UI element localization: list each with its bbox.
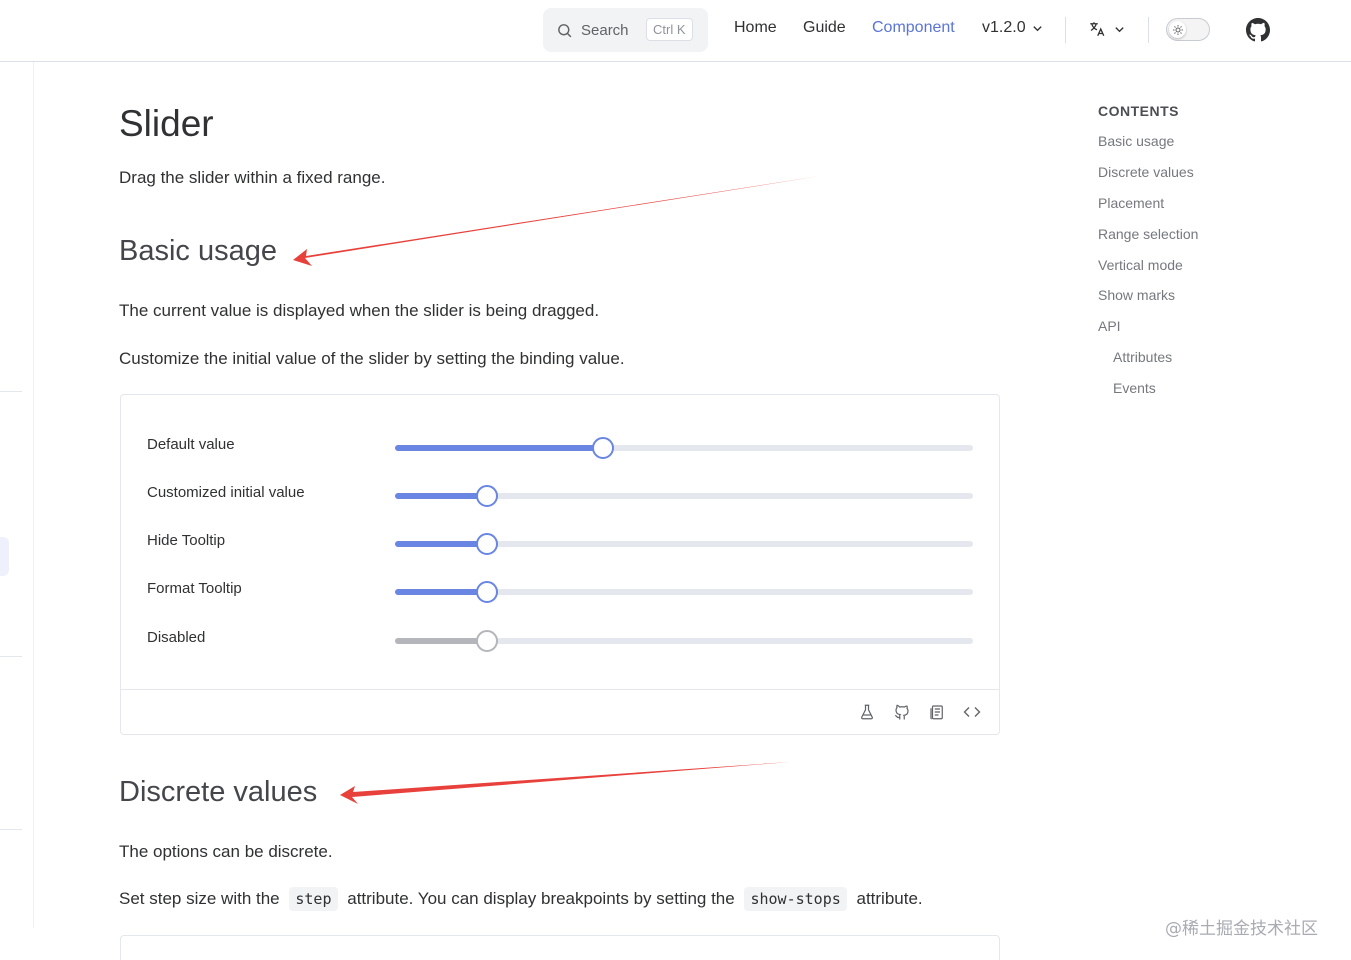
toc-item-placement[interactable]: Placement — [1098, 195, 1164, 211]
discrete-desc-2-part-c: attribute. — [856, 889, 923, 908]
version-label: v1.2.0 — [982, 19, 1026, 36]
sidebar — [0, 62, 34, 928]
slider-fill — [395, 493, 488, 499]
nav-link-component[interactable]: Component — [872, 19, 955, 37]
language-dropdown[interactable] — [1088, 20, 1125, 38]
discrete-desc-2: Set step size with the step attribute. Y… — [119, 887, 923, 911]
toc-item-vertical-mode[interactable]: Vertical mode — [1098, 257, 1183, 273]
toc-item-range-selection[interactable]: Range selection — [1098, 226, 1198, 242]
slider-thumb — [476, 630, 499, 652]
slider-fill — [395, 445, 604, 451]
toc-item-api[interactable]: API — [1098, 318, 1121, 334]
slider-fill — [395, 541, 488, 547]
slider-row: Default value — [147, 431, 973, 461]
nav-link-guide[interactable]: Guide — [803, 19, 846, 37]
code-icon[interactable] — [963, 703, 981, 721]
annotation-arrow-basic-usage — [293, 176, 820, 266]
slider-label: Default value — [147, 436, 235, 453]
sidebar-divider — [0, 656, 22, 657]
code-step: step — [289, 887, 338, 911]
slider-fill — [395, 589, 488, 595]
discrete-desc-1: The options can be discrete. — [119, 842, 333, 861]
sidebar-active-item[interactable] — [0, 537, 9, 576]
slider-thumb[interactable] — [592, 437, 615, 459]
nav-link-home[interactable]: Home — [734, 19, 777, 37]
slider-row: Customized initial value — [147, 479, 973, 509]
section-heading-discrete-values: Discrete values — [119, 776, 318, 808]
nav-divider — [1065, 17, 1066, 43]
slider-track[interactable] — [395, 437, 973, 459]
code-show-stops: show-stops — [744, 887, 847, 911]
toc-item-basic-usage[interactable]: Basic usage — [1098, 133, 1174, 149]
slider-label: Disabled — [147, 629, 206, 646]
slider-row: Hide Tooltip — [147, 527, 973, 557]
basic-usage-desc-1: The current value is displayed when the … — [119, 301, 600, 320]
toc-item-discrete-values[interactable]: Discrete values — [1098, 164, 1194, 180]
github-icon[interactable] — [1246, 18, 1270, 42]
search-shortcut: Ctrl K — [646, 18, 693, 41]
search-icon — [558, 23, 572, 37]
demo-block-basic: Default value Customized initial value Hid… — [120, 394, 1000, 735]
slider-row: Format Tooltip — [147, 575, 973, 605]
chevron-down-icon — [1032, 25, 1042, 31]
search-placeholder: Search — [581, 21, 629, 39]
slider-track[interactable] — [395, 485, 973, 507]
page-lead: Drag the slider within a fixed range. — [119, 168, 386, 187]
nav-divider — [1148, 17, 1149, 43]
page-title: Slider — [119, 103, 214, 144]
search-button[interactable]: Search Ctrl K — [543, 8, 708, 52]
slider-thumb[interactable] — [476, 485, 499, 507]
translate-icon — [1090, 22, 1105, 37]
theme-toggle[interactable] — [1166, 18, 1210, 41]
sun-icon — [1172, 24, 1183, 35]
slider-label: Hide Tooltip — [147, 532, 226, 549]
theme-toggle-knob — [1169, 21, 1186, 38]
chevron-down-icon — [1115, 26, 1124, 32]
toc-item-show-marks[interactable]: Show marks — [1098, 287, 1175, 303]
slider-label: Customized initial value — [147, 484, 305, 501]
sidebar-divider — [0, 391, 22, 392]
slider-row: Disabled — [147, 624, 973, 654]
sidebar-divider — [0, 829, 22, 830]
playground-icon[interactable] — [858, 703, 876, 721]
basic-usage-desc-2: Customize the initial value of the slide… — [119, 349, 625, 368]
slider-label: Format Tooltip — [147, 580, 242, 597]
discrete-desc-2-part-a: Set step size with the — [119, 889, 280, 908]
top-navbar: Search Ctrl K Home Guide Component v1.2.… — [0, 0, 1351, 62]
annotation-arrow-discrete-values — [340, 762, 790, 804]
toc-item-events[interactable]: Events — [1113, 380, 1156, 396]
toc-title: CONTENTS — [1098, 103, 1179, 119]
watermark: @稀土掘金技术社区 — [1165, 919, 1318, 939]
slider-track[interactable] — [395, 533, 973, 555]
toc-item-attributes[interactable]: Attributes — [1113, 349, 1172, 365]
slider-track — [395, 630, 973, 652]
slider-thumb[interactable] — [476, 533, 499, 555]
slider-track[interactable] — [395, 581, 973, 603]
section-heading-basic-usage: Basic usage — [119, 235, 277, 267]
version-dropdown[interactable]: v1.2.0 — [982, 19, 1043, 37]
demo-toolbar — [121, 689, 999, 735]
demo-block-discrete — [120, 935, 1000, 960]
slider-thumb[interactable] — [476, 581, 499, 603]
slider-fill — [395, 638, 488, 644]
discrete-desc-2-part-b: attribute. You can display breakpoints b… — [347, 889, 735, 908]
copy-icon[interactable] — [928, 703, 946, 721]
github-icon[interactable] — [893, 703, 911, 721]
